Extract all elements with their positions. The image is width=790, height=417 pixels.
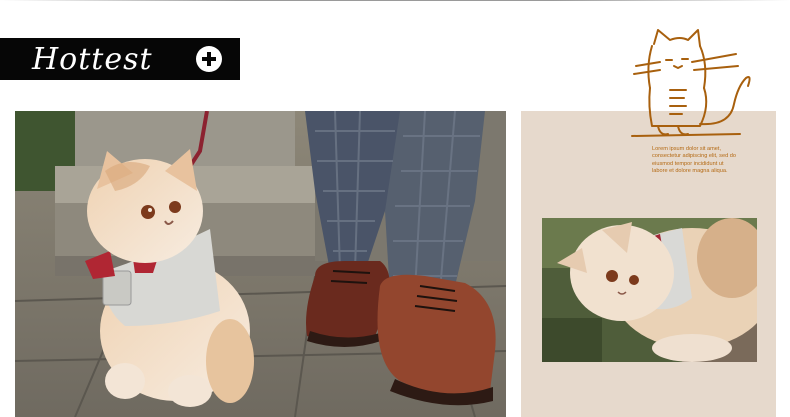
cat-doodle-illustration xyxy=(631,29,751,137)
section-banner: Hottest xyxy=(0,38,240,80)
top-divider xyxy=(0,0,790,1)
main-product-photo xyxy=(15,111,506,417)
secondary-product-photo xyxy=(542,218,757,362)
panel-caption: Lorem ipsum dolor sit amet, consectetur … xyxy=(652,146,736,175)
plus-circle-icon[interactable] xyxy=(196,46,222,72)
section-title: Hottest xyxy=(32,42,153,77)
